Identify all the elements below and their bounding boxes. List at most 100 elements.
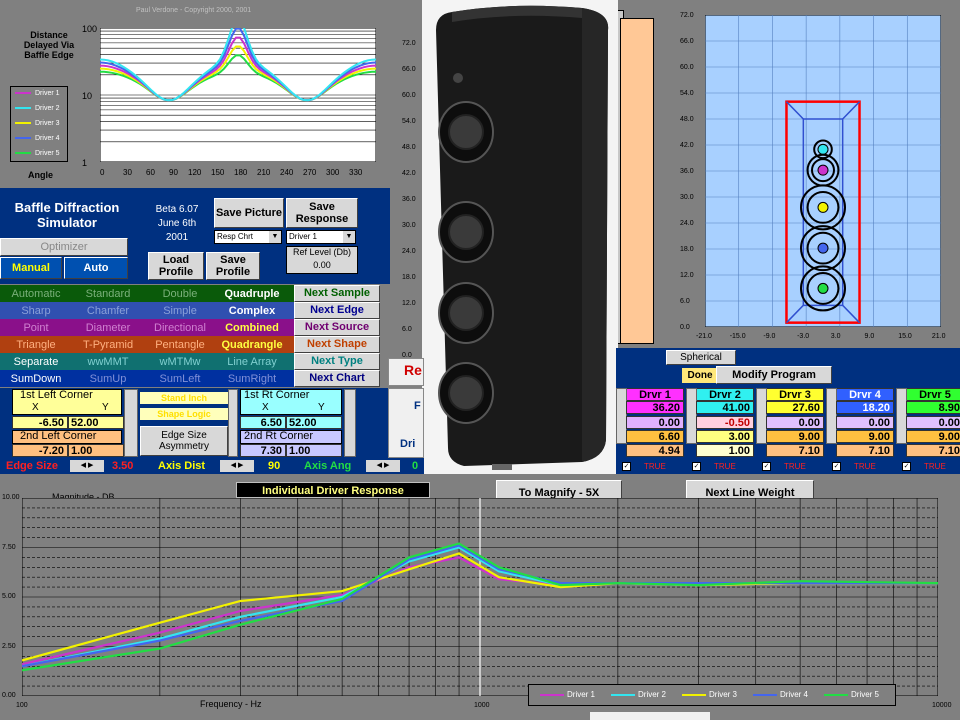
response-ytick: 2.50: [2, 642, 16, 650]
next-sample-button[interactable]: Next Sample: [294, 285, 380, 302]
option-sumright[interactable]: SumRight: [216, 370, 288, 387]
driver-cell[interactable]: 8.90: [906, 401, 960, 414]
driver-cell[interactable]: 4.94: [626, 444, 684, 457]
option-t-pyramid[interactable]: T-Pyramid: [72, 336, 144, 353]
driver-cell[interactable]: 6.60: [626, 430, 684, 443]
spherical-button[interactable]: Spherical: [666, 350, 736, 365]
driver-cell[interactable]: 0.00: [766, 416, 824, 429]
save-picture-button[interactable]: Save Picture: [214, 198, 284, 228]
option-quadrangle[interactable]: Quadrangle: [216, 336, 288, 353]
driver-cell[interactable]: 18.20: [836, 401, 894, 414]
option-wwmmt[interactable]: wwMMT: [72, 353, 144, 370]
top-xtick: 210: [257, 168, 271, 177]
driver-cell[interactable]: 3.00: [696, 430, 754, 443]
next-shape-button[interactable]: Next Shape: [294, 336, 380, 353]
save-profile-button[interactable]: Save Profile: [206, 252, 260, 280]
option-standard[interactable]: Standard: [72, 285, 144, 302]
bottom-scrollbar[interactable]: [590, 712, 710, 720]
option-sumdown[interactable]: SumDown: [0, 370, 72, 387]
layout-xtick: 9.0: [864, 333, 875, 340]
layout-ytick: 24.0: [680, 220, 694, 227]
left-corner-1-x[interactable]: -6.50: [12, 416, 68, 429]
auto-button[interactable]: Auto: [64, 257, 128, 279]
driver-checkbox[interactable]: ✓: [692, 462, 701, 471]
done-label[interactable]: Done: [682, 368, 718, 383]
next-source-button[interactable]: Next Source: [294, 319, 380, 336]
date-line1: June 6th: [157, 218, 197, 229]
manual-button[interactable]: Manual: [0, 257, 62, 279]
right-corner-1-x[interactable]: 6.50: [240, 416, 286, 429]
right-corner-2-y[interactable]: 1.00: [286, 444, 342, 457]
option-triangle[interactable]: Triangle: [0, 336, 72, 353]
response-legend-entry: Driver 1: [540, 690, 595, 699]
option-line-array[interactable]: Line Array: [216, 353, 288, 370]
option-diameter[interactable]: Diameter: [72, 319, 144, 336]
driver-cell[interactable]: 1.00: [696, 444, 754, 457]
driver-cell[interactable]: 36.20: [626, 401, 684, 414]
stand-inch-label: Stand Inch: [140, 392, 228, 404]
driver-cell[interactable]: 41.00: [696, 401, 754, 414]
axis-dist-spinner[interactable]: ◀ ▶: [220, 460, 254, 472]
resp-chart-select[interactable]: Resp Chrt ▼: [214, 230, 282, 244]
save-response-button[interactable]: Save Response: [286, 198, 358, 228]
layout-xtick: -15.0: [729, 333, 746, 340]
option-sumleft[interactable]: SumLeft: [144, 370, 216, 387]
next-type-button[interactable]: Next Type: [294, 353, 380, 370]
edge-size-asymmetry-button[interactable]: Edge Size Asymmetry: [140, 426, 228, 456]
modify-program-button[interactable]: Modify Program: [716, 366, 832, 384]
driver-cell[interactable]: 7.10: [766, 444, 824, 457]
driver-cell[interactable]: 9.00: [766, 430, 824, 443]
axis-ang-spinner[interactable]: ◀ ▶: [366, 460, 400, 472]
next-edge-button[interactable]: Next Edge: [294, 302, 380, 319]
option-automatic[interactable]: Automatic: [0, 285, 72, 302]
response-legend-entry: Driver 4: [753, 690, 808, 699]
driver-cell[interactable]: 0.00: [626, 416, 684, 429]
next-chart-button[interactable]: Next Chart: [294, 370, 380, 387]
chevron-down-icon[interactable]: ▼: [269, 231, 281, 243]
driver-select[interactable]: Driver 1 ▼: [286, 230, 356, 244]
left-corner-2-x[interactable]: -7.20: [12, 444, 68, 457]
ref-level-label: Ref Level (Db): [292, 247, 352, 257]
driver-cell[interactable]: 0.00: [836, 416, 894, 429]
option-simple[interactable]: Simple: [144, 302, 216, 319]
driver-cell[interactable]: 7.10: [906, 444, 960, 457]
option-quadruple[interactable]: Quadruple: [216, 285, 288, 302]
right-corner-1-y[interactable]: 52.00: [286, 416, 342, 429]
driver-checkbox[interactable]: ✓: [622, 462, 631, 471]
option-complex[interactable]: Complex: [216, 302, 288, 319]
driver-cell[interactable]: 9.00: [836, 430, 894, 443]
driver-cell[interactable]: -0.50: [696, 416, 754, 429]
response-xtick: 10000: [932, 702, 952, 709]
f-fragment: F: [414, 400, 421, 412]
option-chamfer[interactable]: Chamfer: [72, 302, 144, 319]
driver-cell[interactable]: 0.00: [906, 416, 960, 429]
option-pentangle[interactable]: Pentangle: [144, 336, 216, 353]
option-sumup[interactable]: SumUp: [72, 370, 144, 387]
chevron-down-icon[interactable]: ▼: [343, 231, 355, 243]
option-double[interactable]: Double: [144, 285, 216, 302]
option-sharp[interactable]: Sharp: [0, 302, 72, 319]
left-corner-1-y[interactable]: 52.00: [68, 416, 124, 429]
load-profile-button[interactable]: Load Profile: [148, 252, 204, 280]
left-corner-2-y[interactable]: 1.00: [68, 444, 124, 457]
driver-cell[interactable]: 7.10: [836, 444, 894, 457]
driver-checkbox[interactable]: ✓: [832, 462, 841, 471]
option-combined[interactable]: Combined: [216, 319, 288, 336]
layout-ytick: 42.0: [680, 142, 694, 149]
driver-checkbox[interactable]: ✓: [762, 462, 771, 471]
optimizer-button[interactable]: Optimizer: [0, 238, 128, 256]
top-xtick: 180: [234, 168, 248, 177]
option-wmtmw[interactable]: wMTMw: [144, 353, 216, 370]
option-directional[interactable]: Directional: [144, 319, 216, 336]
right-corner-1-label: 1st Rt Corner: [244, 389, 310, 401]
edge-size-spinner[interactable]: ◀ ▶: [70, 460, 104, 472]
option-point[interactable]: Point: [0, 319, 72, 336]
layout-ytick: 36.0: [680, 168, 694, 175]
option-separate[interactable]: Separate: [0, 353, 72, 370]
option-row: Sharp Chamfer Simple Complex: [0, 302, 294, 319]
driver-cell[interactable]: 9.00: [906, 430, 960, 443]
driver-cell[interactable]: 27.60: [766, 401, 824, 414]
top-ytick: 10: [82, 91, 93, 101]
right-corner-2-x[interactable]: 7.30: [240, 444, 286, 457]
driver-checkbox[interactable]: ✓: [902, 462, 911, 471]
